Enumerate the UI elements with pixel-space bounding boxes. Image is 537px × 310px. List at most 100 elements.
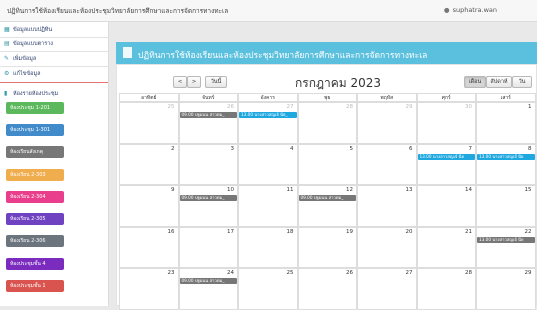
day-cell[interactable]: 11 [238,185,298,227]
nav-label: เพิ่มข้อมูล [13,56,37,62]
calendar-event[interactable]: 09.00 ปฐมนน สาวตม_ [179,195,237,201]
day-cell[interactable]: 24 [178,268,238,310]
day-cell[interactable]: 22 [476,226,536,268]
divider [0,51,108,52]
divider [0,66,108,67]
day-cell[interactable]: 20 [357,226,417,268]
day-cell[interactable]: 18 [238,226,298,268]
room-button[interactable]: ห้องเรียน 2-306 [6,235,64,247]
user-icon: ● [443,6,450,14]
day-cell[interactable]: 19 [297,226,357,268]
day-cell[interactable]: 5 [297,143,357,185]
page-title: ปฏิทินการใช้ห้องเรียนและห้องประชุมวิทยาล… [138,51,428,61]
room-label: ห้องเรียนสังเกตุ [10,149,43,155]
day-cell[interactable]: 23 [119,268,179,310]
weekday-header: อังคาร [238,93,298,102]
room-button[interactable]: ห้องประชุมชั้น 1 [6,280,64,292]
room-button[interactable]: ห้องประชุม 1-301 [6,124,64,136]
day-cell[interactable]: 9 [119,185,179,227]
top-bar: ปฏิทินการใช้ห้องเรียนและห้องประชุมวิทยาล… [0,0,537,22]
day-cell[interactable]: 26 [297,268,357,310]
nav-table-view[interactable]: ▤ ข้อมูลแบบตาราง [0,38,108,50]
day-number: 30 [465,104,472,110]
room-button[interactable]: ห้องเรียน 2-304 [6,191,64,203]
calendar-event[interactable]: 13.00 นางสาวสญเจ้ นีย [417,153,475,160]
day-number: 18 [286,228,294,235]
day-cell[interactable]: 25 [238,268,298,310]
day-cell[interactable]: 29 [476,268,536,310]
day-cell[interactable]: 10 [178,185,238,227]
day-number: 10 [227,187,234,193]
nav-calendar-view[interactable]: ▦ ข้อมูลแบบปฏิทิน [0,24,108,36]
calendar-event[interactable]: 13.00 นางสาวสญเจ้ นีย_ [239,112,297,118]
day-cell[interactable]: 27 [238,102,298,144]
day-cell[interactable]: 28 [416,268,476,310]
day-number: 21 [465,228,472,235]
room-label: ห้องประชุมชั้น 4 [10,261,46,267]
day-number: 8 [528,145,532,152]
calendar-event[interactable]: 09.00 ปฐมนน สาวตม_ [179,278,237,284]
gear-icon: ⚙ [4,70,10,77]
room-label: ห้องเรียน 2-303 [10,172,46,178]
day-cell[interactable]: 29 [357,102,417,144]
weekday-header: พุธ [297,93,357,102]
table-icon: ▤ [4,40,10,47]
day-number: 22 [524,228,532,235]
day-number: 4 [290,145,294,152]
room-button[interactable]: ห้องประชุมชั้น 4 [6,258,64,270]
user-name: suphatra.wan [452,6,497,14]
day-cell[interactable]: 3 [178,143,238,185]
nav-add-data[interactable]: ✎ เพิ่มข้อมูล [0,53,108,65]
divider [0,82,108,83]
calendar-event[interactable]: 13.00 นางสาวสญเจ้ นีย [477,153,535,160]
day-cell[interactable]: 16 [119,226,179,268]
room-button[interactable]: ห้องเรียน 2-303 [6,169,64,181]
weekday-header: จันทร์ [178,93,238,102]
day-cell[interactable]: 6 [357,143,417,185]
day-number: 27 [286,104,294,110]
day-cell[interactable]: 13 [357,185,417,227]
day-cell[interactable]: 14 [416,185,476,227]
room-button[interactable]: ห้องเรียน 2-305 [6,213,64,225]
day-number: 25 [286,270,294,276]
day-number: 20 [405,228,413,235]
user-menu[interactable]: ● suphatra.wan [444,6,497,14]
calendar-event[interactable]: 09.00 ปฐมนน สาวตม_ [179,112,237,118]
weekday-header: ศุกร์ [416,93,476,102]
day-number: 14 [465,187,472,193]
day-cell[interactable]: 27 [357,268,417,310]
day-cell[interactable]: 8 [476,143,536,185]
room-button[interactable]: ห้องประชุม 1-201 [6,102,64,114]
sidebar: ▦ ข้อมูลแบบปฏิทิน ▤ ข้อมูลแบบตาราง ✎ เพิ่มข… [0,22,109,306]
day-cell[interactable]: 25 [119,102,179,144]
day-cell[interactable]: 4 [238,143,298,185]
day-cell[interactable]: 17 [178,226,238,268]
day-cell[interactable]: 15 [476,185,536,227]
day-number: 19 [346,228,353,235]
day-number: 29 [405,104,413,110]
room-button[interactable]: ห้องเรียนสังเกตุ [6,146,64,158]
room-label: ห้องเรียน 2-304 [10,194,46,200]
day-number: 28 [346,104,353,110]
day-cell[interactable]: 12 [297,185,357,227]
calendar-grid: อาทิตย์ จันทร์ อังคาร พุธ พฤหัส ศุกร์ เสาร์ 25 2… [117,65,537,310]
nav-edit-data[interactable]: ⚙ แก้ไขข้อมูล [0,68,108,80]
day-number: 26 [227,104,234,110]
app-title: ปฏิทินการใช้ห้องเรียนและห้องประชุมวิทยาล… [7,7,229,15]
calendar-event[interactable]: 13.00 นางสาวสญเจ้ นีย [477,236,535,243]
day-number: 7 [468,145,473,152]
day-cell[interactable]: 26 [178,102,238,144]
day-cell[interactable]: 7 [416,143,476,185]
room-label: ห้องเรียน 2-306 [10,238,46,244]
room-label: ห้องประชุม 1-301 [10,127,51,133]
nav-section-rooms: ▮ ห้องรายห้องประชุม [0,88,108,100]
day-number: 3 [230,145,235,152]
day-number: 13 [405,187,413,193]
day-cell[interactable]: 21 [416,226,476,268]
day-cell[interactable]: 28 [297,102,357,144]
calendar-event[interactable]: 09.00 ปฐมนน สาวตม_ [298,195,356,201]
day-cell[interactable]: 1 [476,102,536,144]
day-cell[interactable]: 2 [119,143,179,185]
day-cell[interactable]: 30 [416,102,476,144]
list-icon: ▮ [4,90,8,97]
